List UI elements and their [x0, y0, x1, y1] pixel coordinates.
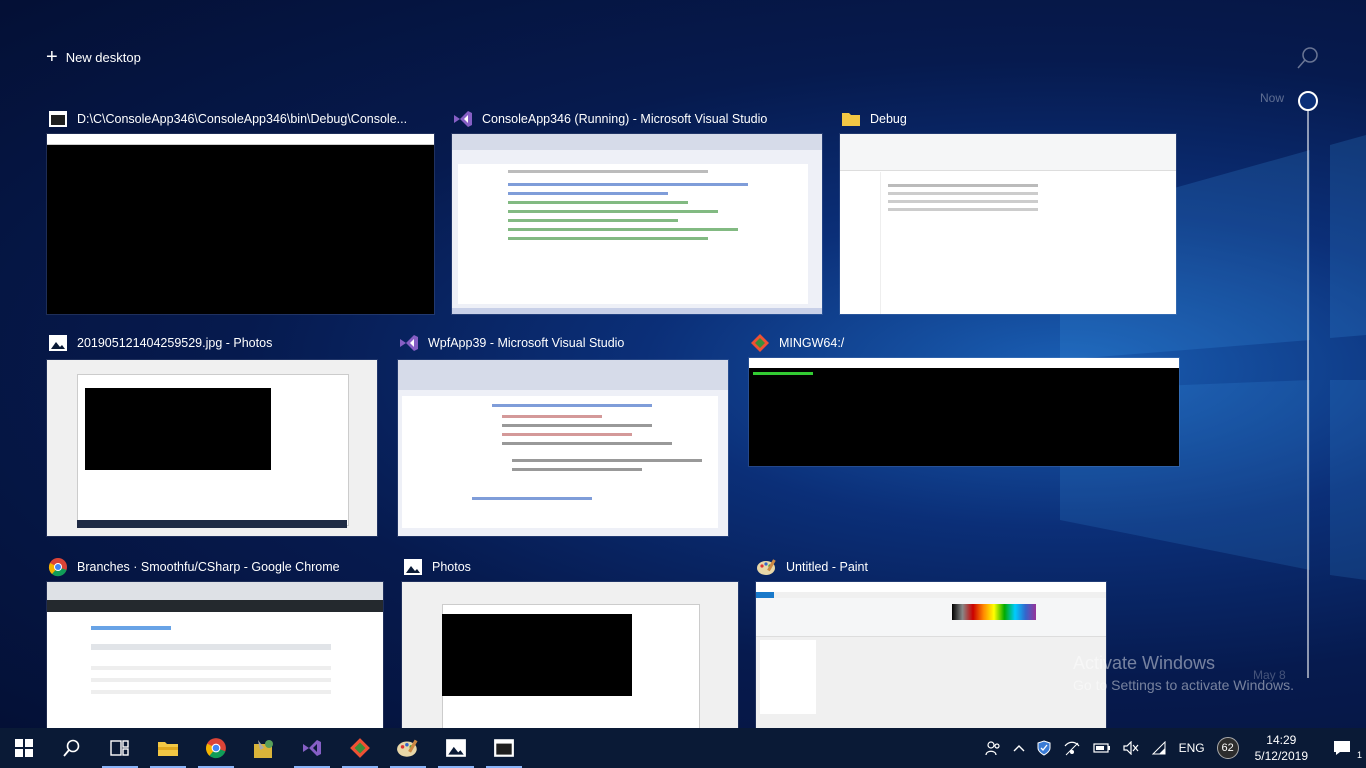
- notifications-icon: [1334, 741, 1350, 755]
- wifi-button[interactable]: [1145, 728, 1173, 768]
- paint-icon: [397, 739, 418, 757]
- watermark-line2: Go to Settings to activate Windows.: [1073, 677, 1294, 693]
- visual-studio-icon: [452, 108, 474, 130]
- git-icon: [350, 738, 370, 758]
- people-icon: [984, 741, 1000, 756]
- start-icon: [15, 739, 33, 757]
- taskbar-console[interactable]: [480, 728, 528, 768]
- action-center-button[interactable]: 1: [1318, 728, 1366, 768]
- taskbar-visual-studio[interactable]: [288, 728, 336, 768]
- window-title: Debug: [870, 112, 907, 126]
- notification-count: 1: [1356, 750, 1362, 760]
- folder-icon: [840, 108, 862, 130]
- window-title: 201905121404259529.jpg - Photos: [77, 336, 273, 350]
- window-title: Branches · Smoothfu/CSharp - Google Chro…: [77, 560, 340, 574]
- activate-windows-watermark: Activate Windows Go to Settings to activ…: [1073, 653, 1294, 693]
- window-card-visual-studio-wpf[interactable]: WpfApp39 - Microsoft Visual Studio: [398, 332, 728, 536]
- console-icon: [47, 108, 69, 130]
- console-icon: [494, 739, 514, 757]
- task-view-button[interactable]: [96, 728, 144, 768]
- new-desktop-label: New desktop: [65, 49, 141, 65]
- battery-icon: [1092, 743, 1110, 753]
- taskbar-file-explorer[interactable]: [144, 728, 192, 768]
- new-desktop-button[interactable]: + New desktop: [46, 46, 141, 68]
- timeline-track[interactable]: [1307, 100, 1309, 678]
- volume-muted-icon: [1122, 741, 1139, 755]
- clock[interactable]: 14:29 5/12/2019: [1245, 732, 1318, 764]
- defender-button[interactable]: [1031, 728, 1057, 768]
- photos-icon: [47, 332, 69, 354]
- taskbar: ENG 62 14:29 5/12/2019 1: [0, 728, 1366, 768]
- system-tray: ENG 62 14:29 5/12/2019 1: [979, 728, 1366, 768]
- wifi-icon: [1151, 741, 1166, 755]
- taskbar-tools[interactable]: [240, 728, 288, 768]
- chrome-icon: [47, 556, 69, 578]
- visual-studio-icon: [398, 332, 420, 354]
- window-card-visual-studio-console[interactable]: ConsoleApp346 (Running) - Microsoft Visu…: [452, 108, 822, 314]
- battery-percent-badge[interactable]: 62: [1216, 737, 1239, 759]
- window-card-paint[interactable]: Untitled - Paint: [756, 556, 1106, 728]
- timeline-search-icon[interactable]: [1296, 46, 1320, 70]
- network-status-button[interactable]: [1057, 728, 1087, 768]
- task-view-icon: [110, 740, 129, 756]
- taskbar-chrome[interactable]: [192, 728, 240, 768]
- clock-date: 5/12/2019: [1254, 749, 1308, 763]
- battery-button[interactable]: [1087, 728, 1117, 768]
- timeline-now-label: Now: [1260, 91, 1285, 105]
- window-title: ConsoleApp346 (Running) - Microsoft Visu…: [482, 112, 768, 126]
- window-title: D:\C\ConsoleApp346\ConsoleApp346\bin\Deb…: [77, 112, 408, 126]
- people-button[interactable]: [979, 728, 1007, 768]
- clock-time: 14:29: [1266, 733, 1297, 747]
- taskbar-git[interactable]: [336, 728, 384, 768]
- plus-icon: +: [46, 46, 58, 68]
- tools-icon: [254, 740, 273, 758]
- search-icon: [63, 739, 80, 757]
- paint-icon: [756, 556, 778, 578]
- show-hidden-icons-button[interactable]: [1007, 728, 1031, 768]
- chrome-icon: [206, 738, 226, 759]
- shield-icon: [1037, 740, 1051, 756]
- taskbar-paint[interactable]: [384, 728, 432, 768]
- window-title: WpfApp39 - Microsoft Visual Studio: [428, 336, 625, 350]
- window-card-file-explorer[interactable]: Debug: [840, 108, 1176, 314]
- timeline-knob[interactable]: [1298, 91, 1318, 111]
- watermark-line1: Activate Windows: [1073, 653, 1216, 673]
- git-bash-icon: [749, 332, 771, 354]
- window-card-git-bash[interactable]: MINGW64:/: [749, 332, 1179, 466]
- photos-icon: [402, 556, 424, 578]
- search-button[interactable]: [48, 728, 96, 768]
- taskbar-photos[interactable]: [432, 728, 480, 768]
- window-title: Untitled - Paint: [786, 560, 868, 574]
- window-card-chrome[interactable]: Branches · Smoothfu/CSharp - Google Chro…: [47, 556, 383, 728]
- volume-button[interactable]: [1117, 728, 1145, 768]
- start-button[interactable]: [0, 728, 48, 768]
- visual-studio-icon: [303, 740, 321, 756]
- file-explorer-icon: [158, 742, 178, 756]
- battery-badge-wrap: 62: [1211, 728, 1245, 768]
- language-indicator[interactable]: ENG: [1173, 728, 1211, 768]
- window-card-photos-jpg[interactable]: 201905121404259529.jpg - Photos: [47, 332, 377, 536]
- network-icon: [1064, 741, 1080, 756]
- chevron-up-icon: [1013, 745, 1025, 752]
- window-card-photos[interactable]: Photos: [402, 556, 738, 728]
- window-title: MINGW64:/: [779, 336, 845, 350]
- window-title: Photos: [432, 560, 471, 574]
- window-card-console[interactable]: D:\C\ConsoleApp346\ConsoleApp346\bin\Deb…: [47, 108, 434, 314]
- photos-icon: [446, 739, 466, 757]
